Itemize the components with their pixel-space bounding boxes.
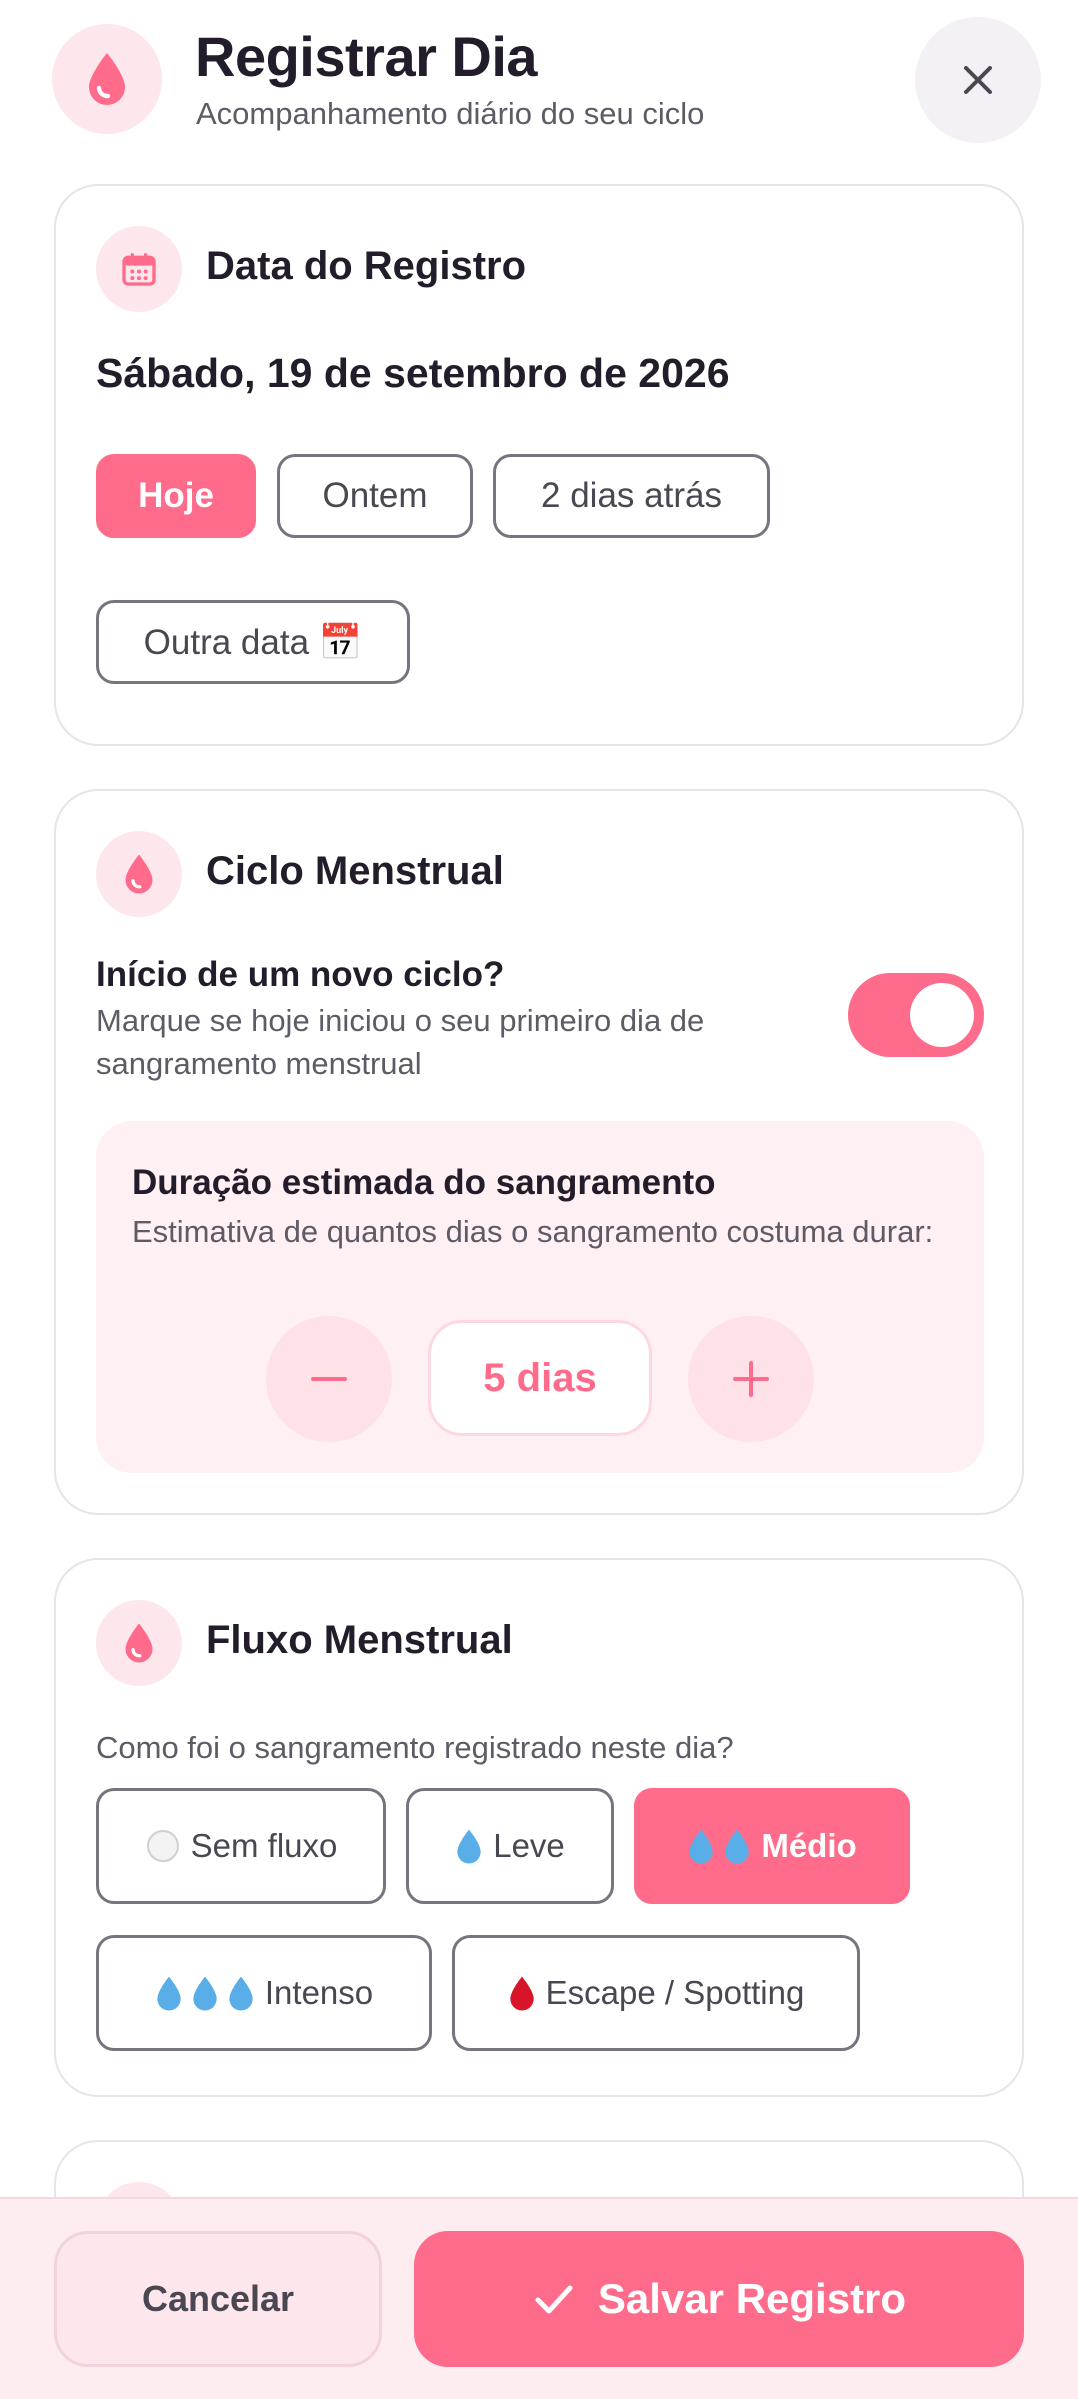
- red-drop-icon: [509, 1976, 534, 2011]
- flow-option-light[interactable]: Leve: [406, 1788, 614, 1904]
- two-drops-icon: [687, 1828, 751, 1864]
- drop-icon: [457, 1829, 481, 1864]
- duration-panel: Duração estimada do sangramento Estimati…: [96, 1121, 984, 1473]
- close-button[interactable]: [915, 17, 1041, 143]
- flow-option-label: Leve: [493, 1827, 565, 1864]
- close-icon: [964, 66, 992, 94]
- duration-increase-button[interactable]: [688, 1316, 814, 1442]
- new-cycle-toggle[interactable]: [848, 973, 984, 1057]
- date-option-yesterday[interactable]: Ontem: [277, 454, 473, 538]
- date-option-other[interactable]: Outra data 📅: [96, 600, 410, 684]
- toggle-knob: [910, 983, 974, 1047]
- drop-icon: [96, 831, 182, 917]
- flow-option-heavy[interactable]: Intenso: [96, 1935, 432, 2051]
- save-button[interactable]: Salvar Registro: [414, 2231, 1024, 2367]
- date-option-two-days-ago[interactable]: 2 dias atrás: [493, 454, 770, 538]
- flow-option-label: Escape / Spotting: [545, 1974, 805, 2011]
- plus-icon: [733, 1361, 769, 1397]
- duration-decrease-button[interactable]: [266, 1316, 392, 1442]
- cancel-button[interactable]: Cancelar: [54, 2231, 382, 2367]
- page-subtitle: Acompanhamento diário do seu ciclo: [196, 96, 705, 131]
- flow-option-none[interactable]: Sem fluxo: [96, 1788, 386, 1904]
- calendar-icon: [96, 226, 182, 312]
- duration-title: Duração estimada do sangramento: [132, 1163, 716, 1202]
- flow-option-label: Intenso: [264, 1974, 374, 2011]
- date-card-title: Data do Registro: [206, 244, 527, 288]
- selected-date-label: Sábado, 19 de setembro de 2026: [96, 350, 730, 396]
- new-cycle-description: Marque se hoje iniciou o seu primeiro di…: [96, 1003, 705, 1081]
- cycle-card-title: Ciclo Menstrual: [206, 849, 504, 893]
- duration-value: 5 dias: [428, 1320, 652, 1436]
- flow-option-label: Médio: [761, 1827, 857, 1864]
- check-icon: [535, 2285, 573, 2314]
- page-title: Registrar Dia: [195, 25, 538, 88]
- footer-actions: Cancelar Salvar Registro: [0, 2197, 1078, 2399]
- flow-option-medium[interactable]: Médio: [634, 1788, 910, 1904]
- drop-icon: [96, 1600, 182, 1686]
- empty-circle-icon: [146, 1830, 179, 1862]
- cycle-card: Ciclo Menstrual Início de um novo ciclo?…: [54, 789, 1024, 1515]
- date-option-today[interactable]: Hoje: [96, 454, 256, 538]
- flow-option-label: Sem fluxo: [190, 1827, 338, 1864]
- minus-icon: [311, 1377, 347, 1381]
- new-cycle-question: Início de um novo ciclo?: [96, 955, 505, 994]
- drop-icon: [52, 24, 162, 134]
- save-button-label: Salvar Registro: [597, 2275, 907, 2322]
- duration-description: Estimativa de quantos dias o sangramento…: [132, 1214, 934, 1249]
- header: Registrar Dia Acompanhamento diário do s…: [0, 0, 1078, 170]
- flow-option-spotting[interactable]: Escape / Spotting: [452, 1935, 860, 2051]
- flow-question: Como foi o sangramento registrado neste …: [96, 1730, 734, 1765]
- three-drops-icon: [155, 1975, 255, 2011]
- register-day-screen: Registrar Dia Acompanhamento diário do s…: [0, 0, 1078, 2399]
- date-card: Data do Registro Sábado, 19 de setembro …: [54, 184, 1024, 746]
- flow-card: Fluxo Menstrual Como foi o sangramento r…: [54, 1558, 1024, 2097]
- flow-card-title: Fluxo Menstrual: [206, 1618, 513, 1662]
